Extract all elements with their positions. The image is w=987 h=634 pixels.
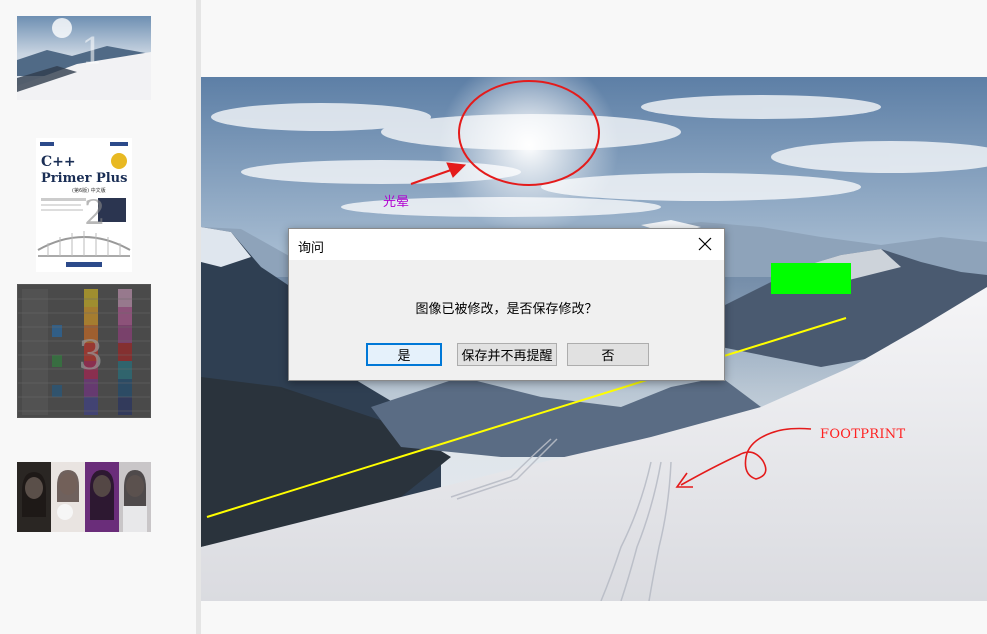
book-title-line1: C++ [41,154,76,170]
thumbnail-3[interactable]: 3 [17,284,151,418]
dialog-titlebar[interactable]: 询问 [289,229,724,260]
annotation-green-rect [771,263,851,294]
thumbnail-sidebar: 1 C++ Primer Plus (第6版) 中文版 2 3 [0,0,196,634]
book-title-line2: Primer Plus [41,171,127,186]
annotation-label-sun: 光晕 [383,195,410,210]
thumbnail-2-number: 2 [84,193,106,233]
annotation-label-footprint: FOOTPRINT [820,427,906,442]
thumbnail-1-number: 1 [81,32,104,73]
thumbnail-2[interactable]: C++ Primer Plus (第6版) 中文版 2 [36,138,132,272]
thumbnail-3-number: 3 [78,333,103,379]
thumbnail-4[interactable] [17,462,151,532]
thumbnail-1[interactable]: 1 [17,16,151,100]
close-icon [698,237,712,251]
save-no-remind-button[interactable]: 保存并不再提醒 [457,343,557,366]
dialog-title: 询问 [298,241,325,256]
confirm-dialog: 询问 图像已被修改，是否保存修改？ 是 保存并不再提醒 否 [288,228,725,381]
yes-button[interactable]: 是 [366,343,442,366]
no-button[interactable]: 否 [567,343,649,366]
dialog-message: 图像已被修改，是否保存修改？ [415,302,598,317]
close-button[interactable] [694,233,716,255]
